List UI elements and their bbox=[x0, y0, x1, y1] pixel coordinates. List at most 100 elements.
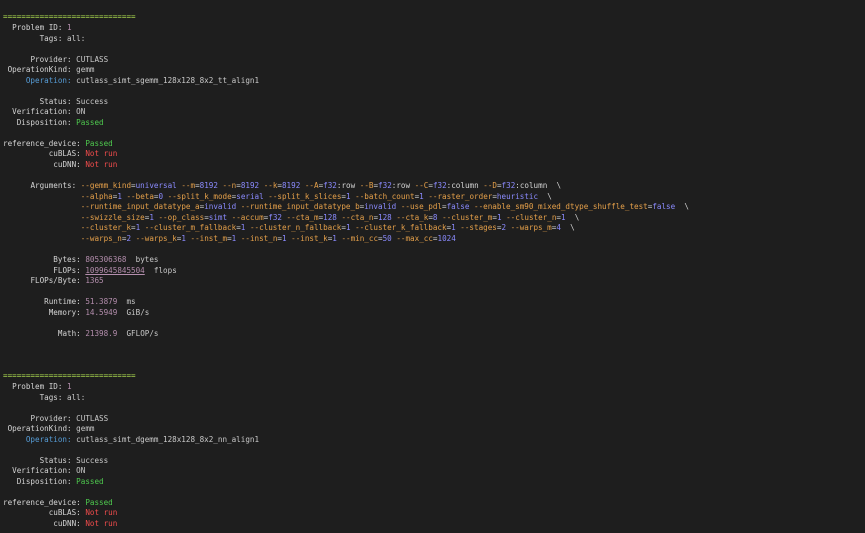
operation-kind-value: gemm bbox=[76, 65, 95, 74]
argument-value: 128 bbox=[378, 213, 392, 222]
argument-flag: --A bbox=[304, 181, 319, 190]
disposition-value: Passed bbox=[76, 118, 104, 127]
argument-flag: --cta_n bbox=[341, 213, 374, 222]
problem-id: Problem ID: 1 bbox=[3, 23, 72, 33]
math-value: 21398.9 bbox=[85, 329, 118, 338]
operation: Operation: cutlass_simt_sgemm_128x128_8x… bbox=[3, 76, 259, 86]
bytes-label: Bytes: bbox=[53, 255, 81, 264]
argument-flag: --stages bbox=[460, 223, 497, 232]
provider-value: CUTLASS bbox=[76, 55, 109, 64]
verification-value: ON bbox=[76, 466, 86, 475]
arguments-line: --cluster_k=1 --cluster_m_fallback=1 --c… bbox=[80, 223, 575, 232]
argument-value: f32 bbox=[432, 181, 447, 190]
problem-id-value: 1 bbox=[67, 23, 72, 32]
argument-flag: --m bbox=[181, 181, 196, 190]
problem-id-label: Problem ID: bbox=[12, 23, 63, 32]
flops-label: FLOPs: bbox=[53, 266, 81, 275]
argument-flag: --split_k_mode bbox=[167, 192, 232, 201]
argument-value: f32 bbox=[378, 181, 392, 190]
argument-flag: --cluster_m bbox=[442, 213, 493, 222]
argument-value: 128 bbox=[323, 213, 337, 222]
runtime: Runtime: 51.3879 ms bbox=[3, 297, 136, 307]
tags-value: all bbox=[67, 393, 81, 402]
operation-label: Operation: bbox=[25, 435, 72, 444]
argument-flag: --inst_n bbox=[240, 234, 278, 243]
line-continuation: \ bbox=[556, 181, 562, 190]
math-unit: GFLOP/s bbox=[126, 329, 159, 338]
argument-flag: --warps_m bbox=[510, 223, 552, 232]
line-continuation: \ bbox=[684, 202, 689, 211]
argument-value: f32 bbox=[268, 213, 282, 222]
argument-value: 1024 bbox=[437, 234, 456, 243]
argument-value: 8192 bbox=[240, 181, 260, 190]
verification: Verification: ON bbox=[3, 466, 85, 476]
cublas: cuBLAS: Not run bbox=[3, 149, 118, 159]
problem-id: Problem ID: 1 bbox=[3, 382, 72, 392]
argument-flag: --op_class bbox=[158, 213, 205, 222]
flops-unit: flops bbox=[153, 266, 177, 275]
argument-flag: --alpha bbox=[80, 192, 113, 201]
status-value: Success bbox=[76, 456, 109, 465]
argument-value: f32 bbox=[501, 181, 516, 190]
bytes-unit: bytes bbox=[135, 255, 159, 264]
argument-value: simt bbox=[208, 213, 228, 222]
verification: Verification: ON bbox=[3, 107, 85, 117]
tags: Tags: all: bbox=[39, 34, 86, 43]
argument-flag: --swizzle_size bbox=[80, 213, 145, 222]
argument-flag: --B bbox=[359, 181, 374, 190]
operation-label: Operation: bbox=[25, 76, 72, 85]
verification-label: Verification: bbox=[12, 466, 72, 475]
argument-flag: --warps_k bbox=[135, 234, 177, 243]
argument-flag: --cluster_n bbox=[506, 213, 557, 222]
runtime-unit: ms bbox=[126, 297, 136, 306]
disposition-label: Disposition: bbox=[16, 477, 72, 486]
flops-per-byte-label: FLOPs/Byte: bbox=[30, 276, 81, 285]
reference-device-value: Passed bbox=[85, 498, 113, 507]
operation-kind-value: gemm bbox=[76, 424, 95, 433]
argument-flag: --gemm_kind bbox=[80, 181, 132, 190]
argument-value: 8192 bbox=[281, 181, 301, 190]
status-value: Success bbox=[76, 97, 109, 106]
provider: Provider: CUTLASS bbox=[3, 55, 108, 65]
disposition-label: Disposition: bbox=[16, 118, 72, 127]
separator: ============================= bbox=[3, 12, 136, 22]
status-label: Status: bbox=[39, 97, 72, 106]
cudnn-value: Not run bbox=[85, 519, 118, 528]
reference-device: reference_device: Passed bbox=[3, 498, 113, 508]
operation-kind: OperationKind: gemm bbox=[3, 65, 95, 75]
arguments-label: Arguments: bbox=[30, 181, 77, 190]
argument-flag: --max_cc bbox=[396, 234, 433, 243]
argument-flag: --use_pdl bbox=[400, 202, 442, 211]
argument-flag: --beta bbox=[126, 192, 154, 201]
verification-label: Verification: bbox=[12, 107, 72, 116]
problem-id-value: 1 bbox=[67, 382, 72, 391]
argument-flag: --min_cc bbox=[341, 234, 379, 243]
cudnn: cuDNN: Not run bbox=[3, 160, 117, 170]
argument-flag: --runtime_input_datatype_a bbox=[80, 202, 200, 211]
math: Math: 21398.9 GFLOP/s bbox=[3, 329, 159, 339]
argument-flag: --enable_sm90_mixed_dtype_shuffle_test bbox=[474, 202, 648, 211]
argument-flag: --split_k_slices bbox=[268, 192, 342, 201]
arguments-line: Arguments: --gemm_kind=universal --m=819… bbox=[30, 181, 562, 190]
terminal-output: ============================= Problem ID… bbox=[0, 0, 865, 533]
disposition-value: Passed bbox=[76, 477, 104, 486]
argument-flag: --cluster_k_fallback bbox=[355, 223, 447, 232]
argument-flag: --warps_n bbox=[80, 234, 122, 243]
argument-value: universal bbox=[135, 181, 177, 190]
flops-per-byte: FLOPs/Byte: 1365 bbox=[3, 276, 103, 286]
argument-flag: --k bbox=[263, 181, 278, 190]
memory: Memory: 14.5949 GiB/s bbox=[3, 308, 150, 318]
line-continuation: \ bbox=[574, 213, 580, 222]
arguments-line: --warps_n=2 --warps_k=1 --inst_m=1 --ins… bbox=[80, 234, 456, 243]
argument-flag: --cta_k bbox=[396, 213, 429, 222]
reference-device-label: reference_device: bbox=[3, 498, 81, 507]
provider: Provider: CUTLASS bbox=[3, 414, 108, 424]
arguments-line: --runtime_input_datatype_a=invalid --run… bbox=[80, 202, 689, 211]
operation: Operation: cutlass_simt_dgemm_128x128_8x… bbox=[3, 435, 259, 445]
status: Status: Success bbox=[3, 97, 109, 107]
status-label: Status: bbox=[39, 456, 72, 465]
argument-flag: --inst_m bbox=[190, 234, 228, 243]
argument-value: 50 bbox=[382, 234, 392, 243]
argument-flag: --batch_count bbox=[355, 192, 415, 201]
flops-value: 1099645845504 bbox=[85, 266, 145, 275]
